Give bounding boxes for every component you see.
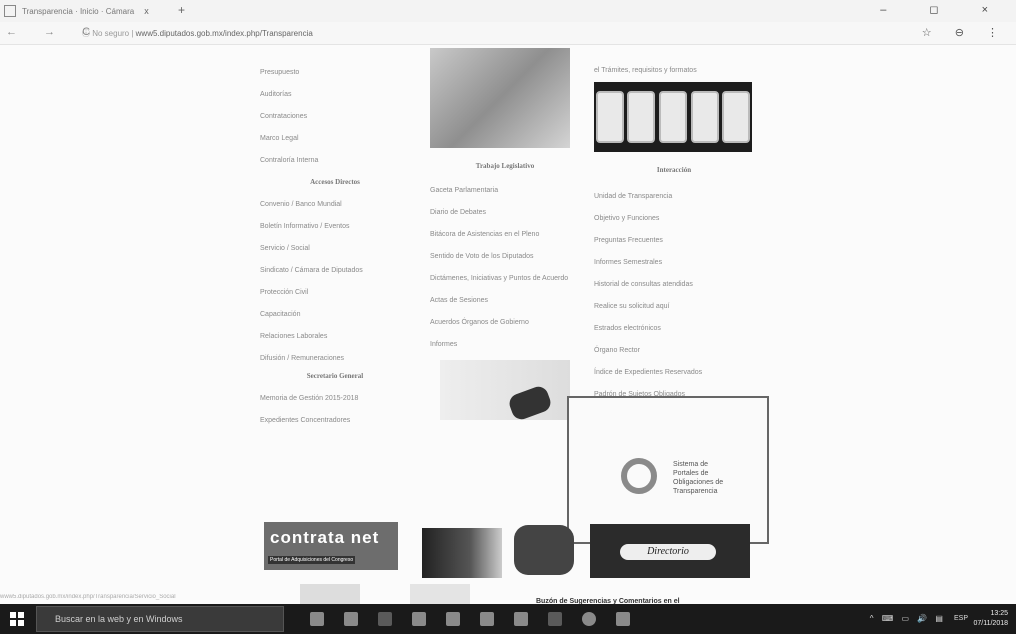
clock-time: 13:25 bbox=[990, 610, 1008, 617]
trabajo-legislativo-header: Trabajo Legislativo bbox=[475, 162, 535, 170]
interaccion-link[interactable]: Unidad de Transparencia bbox=[594, 186, 754, 208]
accesos-link[interactable]: Boletín Informativo / Eventos bbox=[260, 216, 410, 238]
search-placeholder: Buscar en la web y en Windows bbox=[55, 614, 183, 624]
interaccion-link[interactable]: Historial de consultas atendidas bbox=[594, 274, 754, 296]
secretario-link[interactable]: Memoria de Gestión 2015-2018 bbox=[260, 388, 410, 410]
accesos-link[interactable]: Convenio / Banco Mundial bbox=[260, 194, 410, 216]
edge-icon[interactable] bbox=[378, 612, 392, 626]
excel-icon[interactable] bbox=[446, 612, 460, 626]
books-banner[interactable] bbox=[422, 528, 502, 578]
tab-bar: Transparencia · Inicio · Cámara x + – ◻ … bbox=[0, 0, 1016, 22]
interaccion-link[interactable]: Informes Semestrales bbox=[594, 252, 754, 274]
left-nav-link[interactable]: Contraloría Interna bbox=[260, 150, 410, 172]
shield-icon bbox=[627, 91, 656, 143]
left-nav-link[interactable]: Presupuesto bbox=[260, 62, 410, 84]
right-column: Interacción Unidad de Transparencia Objet… bbox=[594, 166, 754, 428]
legislative-image bbox=[430, 48, 570, 148]
bottom-image-middle bbox=[410, 584, 470, 606]
accesos-link[interactable]: Difusión / Remuneraciones bbox=[260, 348, 410, 370]
browser-tab[interactable]: Transparencia · Inicio · Cámara x bbox=[4, 2, 164, 20]
security-indicator[interactable]: ⓘ No seguro | bbox=[82, 29, 136, 38]
notes-icon[interactable] bbox=[616, 612, 630, 626]
windows-start-icon[interactable] bbox=[10, 612, 24, 626]
interaccion-link[interactable]: Preguntas Frecuentes bbox=[594, 230, 754, 252]
word-icon[interactable] bbox=[514, 612, 528, 626]
contrata-title: contrata net bbox=[270, 528, 380, 547]
legislative-link[interactable]: Diario de Debates bbox=[430, 202, 580, 224]
interaccion-link[interactable]: Órgano Rector bbox=[594, 340, 754, 362]
ie-icon[interactable] bbox=[548, 612, 562, 626]
left-nav-link[interactable]: Auditorías bbox=[260, 84, 410, 106]
phone-banner[interactable] bbox=[514, 525, 574, 575]
directorio-banner[interactable]: Directorio bbox=[590, 524, 750, 578]
middle-column: Trabajo Legislativo Gaceta Parlamentaria… bbox=[430, 162, 580, 356]
taskbar-clock[interactable]: 13:25 07/11/2018 bbox=[973, 609, 1008, 629]
legislative-link[interactable]: Bitácora de Asistencias en el Pleno bbox=[430, 224, 580, 246]
legislative-link[interactable]: Informes bbox=[430, 334, 580, 356]
sipot-text: Sistema de Portales de Obligaciones de T… bbox=[673, 461, 724, 495]
legislative-link[interactable]: Acuerdos Órganos de Gobierno bbox=[430, 312, 580, 334]
url-text: www5.diputados.gob.mx/index.php/Transpar… bbox=[135, 29, 313, 38]
status-url: www5.diputados.gob.mx/index.php/Transpar… bbox=[0, 594, 176, 600]
accesos-link[interactable]: Capacitación bbox=[260, 304, 410, 326]
bottom-image-left bbox=[300, 584, 360, 606]
shield-icon bbox=[658, 91, 687, 143]
tramites-link[interactable]: el Trámites, requisitos y formatos bbox=[594, 60, 754, 82]
accesos-header: Accesos Directos bbox=[310, 178, 360, 186]
windows-taskbar: Buscar en la web y en Windows ^ ⌨ ▭ 🔊 ▤ … bbox=[0, 604, 1016, 634]
accesos-link[interactable]: Protección Civil bbox=[260, 282, 410, 304]
skype-icon[interactable] bbox=[412, 612, 426, 626]
language-indicator[interactable]: ESP bbox=[954, 615, 968, 622]
task-view-icon[interactable] bbox=[310, 612, 324, 626]
left-nav-link[interactable]: Contrataciones bbox=[260, 106, 410, 128]
window-controls[interactable]: – ◻ × bbox=[880, 3, 1008, 16]
directorio-label: Directorio bbox=[620, 544, 716, 560]
shield-icon bbox=[595, 91, 624, 143]
shield-icon bbox=[722, 91, 751, 143]
legislative-link[interactable]: Sentido de Voto de los Diputados bbox=[430, 246, 580, 268]
interaccion-header: Interacción bbox=[656, 166, 692, 174]
right-column-top: el Trámites, requisitos y formatos bbox=[594, 60, 754, 82]
gavel-image bbox=[440, 360, 570, 420]
legislative-link[interactable]: Dictámenes, Iniciativas y Puntos de Acue… bbox=[430, 268, 580, 290]
left-nav-link[interactable]: Marco Legal bbox=[260, 128, 410, 150]
taskbar-search-box[interactable]: Buscar en la web y en Windows bbox=[36, 606, 284, 632]
legislative-link[interactable]: Gaceta Parlamentaria bbox=[430, 180, 580, 202]
state-shields-image bbox=[594, 82, 752, 152]
new-tab-button[interactable]: + bbox=[178, 3, 185, 17]
sharepoint-icon[interactable] bbox=[480, 612, 494, 626]
system-tray-icons[interactable]: ^ ⌨ ▭ 🔊 ▤ bbox=[870, 614, 946, 623]
sipot-logo-icon bbox=[621, 458, 657, 494]
clock-date: 07/11/2018 bbox=[973, 620, 1008, 627]
left-column: Presupuesto Auditorías Contrataciones Marco… bbox=[260, 62, 410, 432]
interaccion-link[interactable]: Realice su solicitud aquí bbox=[594, 296, 754, 318]
accesos-link[interactable]: Sindicato / Cámara de Diputados bbox=[260, 260, 410, 282]
tab-title: Transparencia · Inicio · Cámara bbox=[22, 6, 135, 16]
contrata-net-banner[interactable]: contrata net Portal de Adquisiciones del… bbox=[264, 522, 398, 570]
interaccion-link[interactable]: Estrados electrónicos bbox=[594, 318, 754, 340]
interaccion-link[interactable]: Índice de Expedientes Reservados bbox=[594, 362, 754, 384]
interaccion-link[interactable]: Objetivo y Funciones bbox=[594, 208, 754, 230]
browser-menu-icons[interactable]: ☆ ⊖ ⋮ bbox=[922, 26, 1008, 39]
secretario-header: Secretario General bbox=[306, 372, 364, 380]
secretario-link[interactable]: Expedientes Concentradores bbox=[260, 410, 410, 432]
shield-icon bbox=[690, 91, 719, 143]
accesos-link[interactable]: Servicio / Social bbox=[260, 238, 410, 260]
chrome-icon[interactable] bbox=[582, 612, 596, 626]
accesos-link[interactable]: Relaciones Laborales bbox=[260, 326, 410, 348]
close-tab-icon[interactable]: x bbox=[144, 6, 149, 16]
favicon-icon bbox=[4, 5, 16, 17]
url-field[interactable]: ⓘ No seguro | www5.diputados.gob.mx/inde… bbox=[82, 28, 313, 39]
legislative-link[interactable]: Actas de Sesiones bbox=[430, 290, 580, 312]
sipot-banner[interactable]: Sistema de Portales de Obligaciones de T… bbox=[567, 396, 769, 544]
file-explorer-icon[interactable] bbox=[344, 612, 358, 626]
contrata-subtitle: Portal de Adquisiciones del Congreso bbox=[268, 556, 356, 564]
address-bar: ← → C ⓘ No seguro | www5.diputados.gob.m… bbox=[0, 22, 1016, 45]
